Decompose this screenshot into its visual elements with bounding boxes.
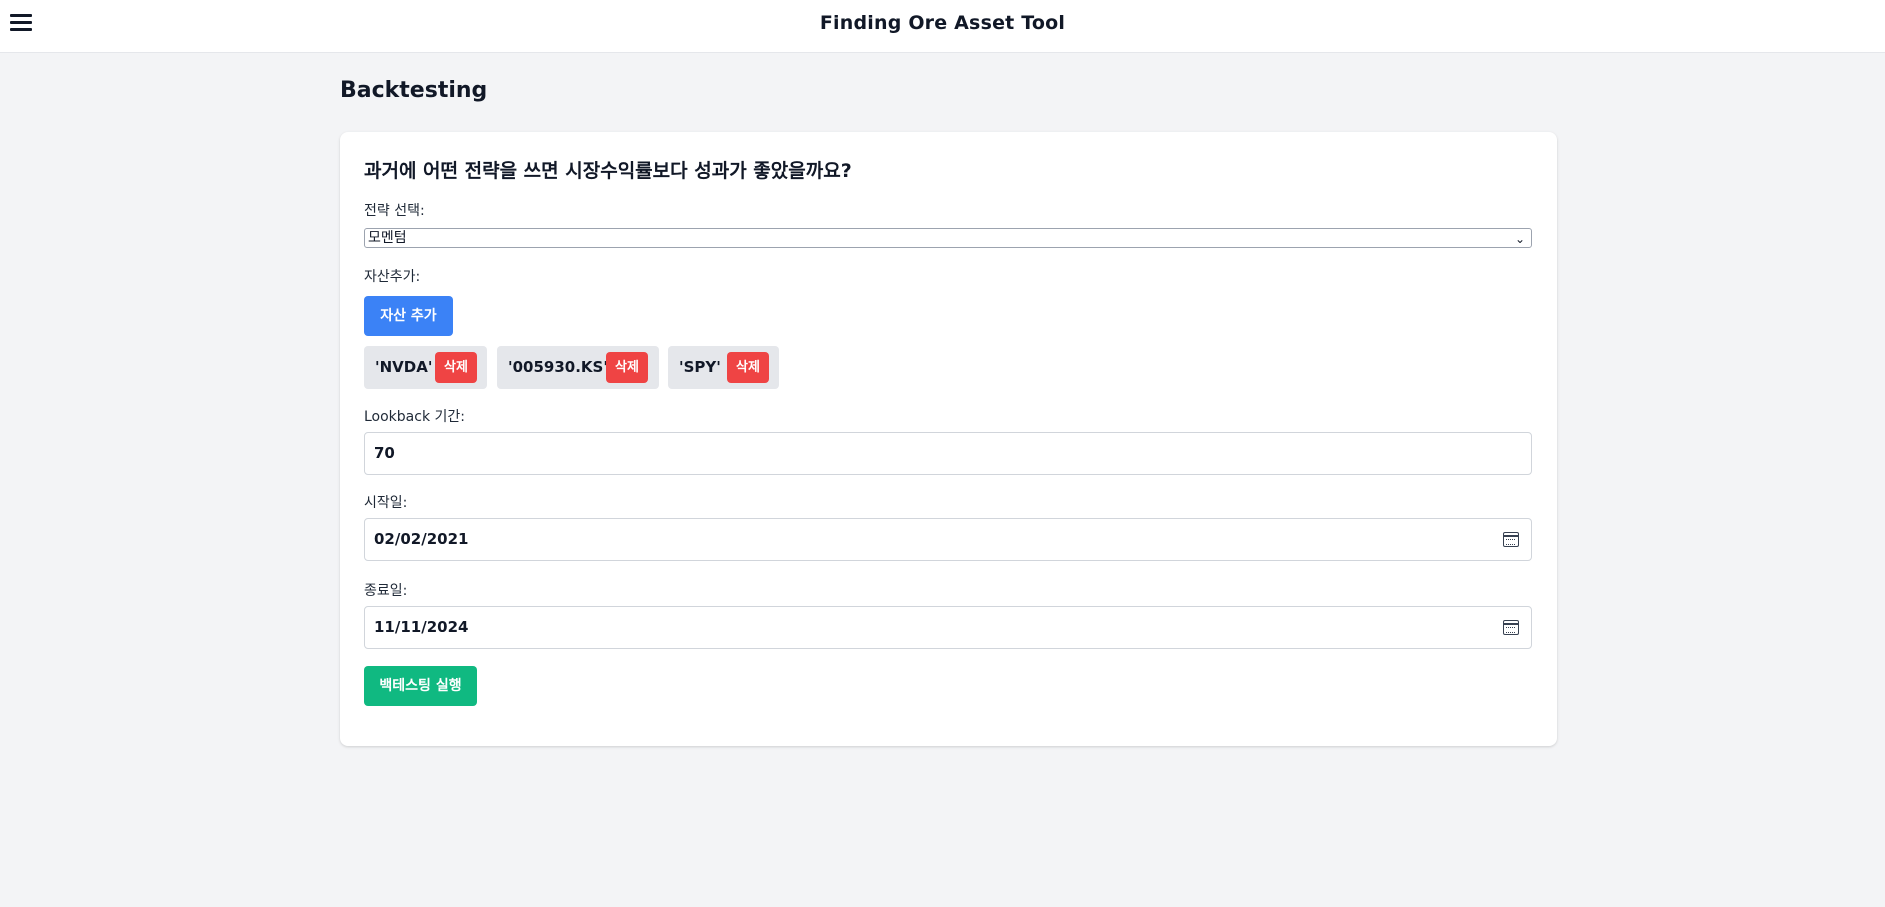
- end-date-value: 11/11/2024: [374, 618, 469, 636]
- start-date-value: 02/02/2021: [374, 530, 469, 548]
- strategy-label: 전략 선택:: [364, 203, 425, 219]
- page-title: Backtesting: [340, 78, 488, 103]
- asset-chip-nvda: 'NVDA' 삭제: [364, 346, 487, 389]
- lookback-input[interactable]: 70: [364, 432, 1532, 475]
- form-heading: 과거에 어떤 전략을 쓰면 시장수익률보다 성과가 좋았을까요?: [364, 160, 852, 182]
- strategy-select-value: 모멘텀: [368, 230, 407, 246]
- asset-label: 자산추가:: [364, 269, 421, 285]
- asset-chip-label: 'NVDA': [375, 358, 433, 376]
- delete-asset-button[interactable]: 삭제: [606, 352, 648, 383]
- calendar-icon[interactable]: [1503, 620, 1519, 635]
- add-asset-button[interactable]: 자산 추가: [364, 296, 453, 336]
- strategy-select[interactable]: 모멘텀 ⌄: [364, 228, 1532, 248]
- run-backtest-button[interactable]: 백테스팅 실행: [364, 666, 477, 706]
- asset-chip-spy: 'SPY' 삭제: [668, 346, 779, 389]
- chevron-down-icon: ⌄: [1514, 232, 1525, 246]
- delete-asset-button[interactable]: 삭제: [435, 352, 477, 383]
- start-date-input[interactable]: 02/02/2021: [364, 518, 1532, 561]
- end-date-label: 종료일:: [364, 583, 408, 599]
- app-title: Finding Ore Asset Tool: [819, 12, 1066, 34]
- top-navbar: Finding Ore Asset Tool: [0, 0, 1885, 53]
- backtesting-form-card: 과거에 어떤 전략을 쓰면 시장수익률보다 성과가 좋았을까요? 전략 선택: …: [340, 132, 1557, 746]
- asset-chip-label: 'SPY': [679, 358, 721, 376]
- delete-asset-button[interactable]: 삭제: [727, 352, 769, 383]
- calendar-icon[interactable]: [1503, 532, 1519, 547]
- start-date-label: 시작일:: [364, 495, 408, 511]
- asset-chip-005930: '005930.KS' 삭제: [497, 346, 659, 389]
- asset-chip-label: '005930.KS': [508, 358, 608, 376]
- lookback-label: Lookback 기간:: [364, 409, 465, 425]
- end-date-input[interactable]: 11/11/2024: [364, 606, 1532, 649]
